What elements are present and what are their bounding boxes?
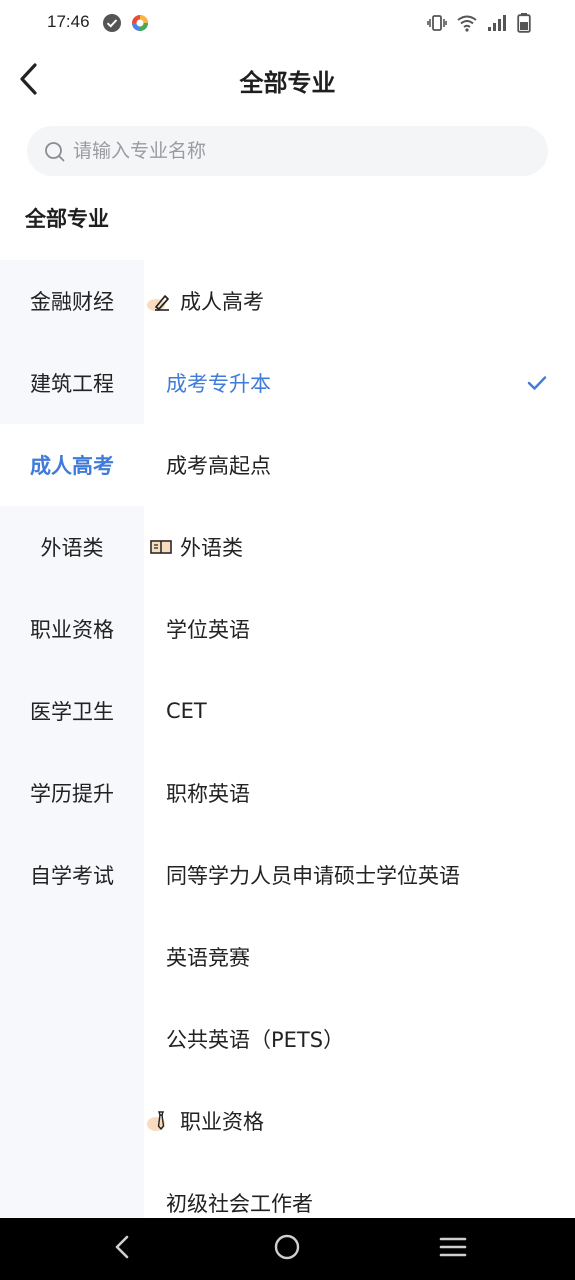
list-item-label: 英语竞赛 bbox=[166, 946, 250, 970]
sidebar-item-medical[interactable]: 医学卫生 bbox=[0, 670, 144, 752]
group-header: 成人高考 bbox=[144, 260, 575, 342]
list-item-label: 学位英语 bbox=[166, 618, 250, 642]
sidebar-item-professional-qualification[interactable]: 职业资格 bbox=[0, 588, 144, 670]
home-circle-icon bbox=[273, 1233, 301, 1265]
sidebar-item-label: 建筑工程 bbox=[30, 372, 114, 396]
list-item-label: 成考高起点 bbox=[166, 454, 271, 478]
nav-recents-button[interactable] bbox=[403, 1218, 503, 1280]
vibrate-icon bbox=[427, 14, 447, 36]
signal-icon bbox=[487, 14, 507, 36]
sidebar-item-label: 外语类 bbox=[40, 536, 104, 560]
book-icon bbox=[147, 535, 177, 559]
sidebar-item-adult-exam[interactable]: 成人高考 bbox=[0, 424, 144, 506]
status-left-icons bbox=[102, 13, 150, 37]
menu-lines-icon bbox=[439, 1235, 467, 1263]
page-title: 全部专业 bbox=[239, 69, 336, 97]
list-item[interactable]: 英语竞赛 bbox=[144, 916, 575, 998]
group-label: 职业资格 bbox=[180, 1110, 264, 1134]
sidebar-item-label: 自学考试 bbox=[30, 864, 114, 888]
category-sidebar: 金融财经 建筑工程 成人高考 外语类 职业资格 医学卫生 学历提升 自学考试 bbox=[0, 260, 144, 1218]
list-item-label: 公共英语（PETS） bbox=[166, 1028, 345, 1052]
list-item[interactable]: 职称英语 bbox=[144, 752, 575, 834]
sidebar-item-label: 学历提升 bbox=[30, 782, 114, 806]
group-header: 外语类 bbox=[144, 506, 575, 588]
sidebar-item-foreign-language[interactable]: 外语类 bbox=[0, 506, 144, 588]
sidebar-item-degree-upgrade[interactable]: 学历提升 bbox=[0, 752, 144, 834]
sidebar-item-label: 职业资格 bbox=[30, 618, 114, 642]
list-item[interactable]: 同等学力人员申请硕士学位英语 bbox=[144, 834, 575, 916]
sidebar-item-label: 医学卫生 bbox=[30, 700, 114, 724]
list-item[interactable]: 成考专升本 bbox=[144, 342, 575, 424]
list-item[interactable]: 公共英语（PETS） bbox=[144, 998, 575, 1080]
list-item-label: 初级社会工作者 bbox=[166, 1192, 313, 1216]
nav-home-button[interactable] bbox=[237, 1218, 337, 1280]
battery-icon bbox=[517, 13, 531, 37]
group-label: 成人高考 bbox=[180, 290, 264, 314]
group-label: 外语类 bbox=[180, 536, 243, 560]
list-item-label: 职称英语 bbox=[166, 782, 250, 806]
section-title: 全部专业 bbox=[25, 207, 109, 231]
check-icon bbox=[527, 372, 547, 396]
list-item[interactable]: CET bbox=[144, 670, 575, 752]
nav-back-button[interactable] bbox=[72, 1218, 172, 1280]
back-triangle-icon bbox=[112, 1234, 132, 1264]
tie-icon bbox=[147, 1109, 177, 1133]
list-item[interactable]: 学位英语 bbox=[144, 588, 575, 670]
sidebar-item-label: 成人高考 bbox=[30, 454, 114, 478]
status-time: 17:46 bbox=[47, 12, 90, 31]
list-item-label: CET bbox=[166, 699, 207, 723]
system-nav-bar bbox=[0, 1218, 575, 1280]
major-list: 成人高考 成考专升本 成考高起点 外语类 学位英语 CET 职称英语 同等学力人… bbox=[144, 260, 575, 1218]
header: 全部专业 bbox=[0, 48, 575, 110]
status-bar: 17:46 bbox=[0, 0, 575, 48]
pen-icon bbox=[147, 289, 177, 313]
search-icon bbox=[44, 141, 66, 167]
sidebar-item-label: 金融财经 bbox=[30, 290, 114, 314]
search-bar[interactable] bbox=[27, 126, 548, 176]
sidebar-item-construction[interactable]: 建筑工程 bbox=[0, 342, 144, 424]
status-right-icons bbox=[427, 13, 531, 37]
wifi-icon bbox=[457, 14, 477, 36]
list-item-label: 成考专升本 bbox=[166, 372, 271, 396]
check-circle-icon bbox=[102, 13, 122, 37]
list-item[interactable]: 成考高起点 bbox=[144, 424, 575, 506]
app-logo-icon bbox=[130, 13, 150, 37]
sidebar-item-self-study-exam[interactable]: 自学考试 bbox=[0, 834, 144, 916]
search-input[interactable] bbox=[73, 126, 523, 176]
group-header: 职业资格 bbox=[144, 1080, 575, 1162]
list-item-label: 同等学力人员申请硕士学位英语 bbox=[166, 864, 460, 888]
sidebar-item-finance[interactable]: 金融财经 bbox=[0, 260, 144, 342]
